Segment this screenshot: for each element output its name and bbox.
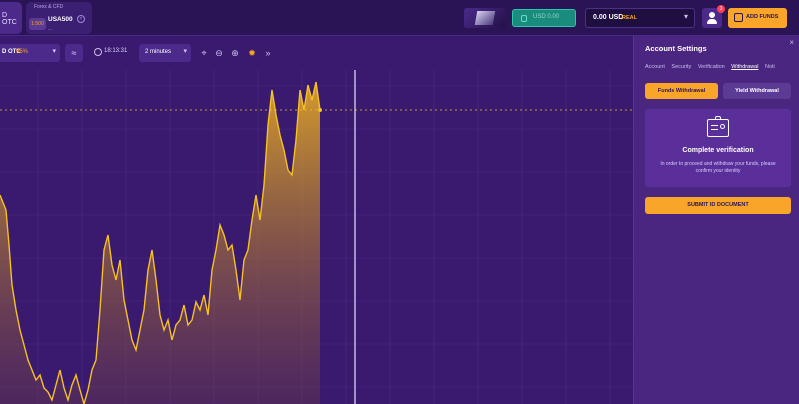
add-funds-button[interactable]: ADD FUNDS [728,8,787,28]
wallet-icon [521,15,527,22]
demo-account-button[interactable]: USD 0.00 [512,9,576,27]
chart-toolbar: D OTC 95% ▾ ≈ 18:13:31 2 minutes ▾ ⌖ ⊖ ⊕… [0,36,633,70]
tab-verification[interactable]: Verification [698,64,725,70]
demo-balance: USD 0.00 [533,14,560,20]
chart-svg [0,70,633,404]
promo-banner[interactable] [464,8,506,28]
timeframe-label: 2 minutes [145,49,172,55]
profile-button[interactable]: 3 [702,5,725,28]
verification-text: In order to proceed and withdraw your fu… [660,161,776,174]
tab-withdrawal[interactable]: Withdrawal [731,64,758,70]
user-icon [709,12,715,18]
leverage-badge: 1:500 [29,18,46,30]
drawing-tool-icon[interactable]: ⌖ [198,47,210,59]
price-chart[interactable] [0,70,633,404]
account-selector[interactable]: 0.00 USD REAL ▾ [585,8,695,28]
chevron-down-icon: ▾ [683,12,688,21]
settings-icon[interactable]: ✹ [246,47,258,59]
asset-sub: ... [48,26,53,32]
settings-tabs: Account Security Verification Withdrawal… [645,64,795,74]
panel-title: Account Settings [645,44,707,53]
add-funds-label: ADD FUNDS [746,14,779,20]
current-price-dot [318,108,322,112]
promo-box-icon [474,11,496,25]
verification-card: Complete verification In order to procee… [645,109,791,187]
price-area [0,82,320,404]
asset-tab-label: D OTC [2,12,17,26]
tab-notifications[interactable]: Noti [765,64,775,70]
asset-symbol: USA500 [48,16,73,23]
zoom-in-icon[interactable]: ⊕ [229,47,241,59]
submit-id-button[interactable]: SUBMIT ID DOCUMENT [645,197,791,214]
asset-payout: 95% [16,49,29,55]
tab-security[interactable]: Security [671,64,691,70]
chart-type-button[interactable]: ≈ [65,44,83,62]
tab-account[interactable]: Account [645,64,665,70]
zoom-out-icon[interactable]: ⊖ [213,47,225,59]
verification-title: Complete verification [682,147,754,154]
chevron-down-icon: ▾ [52,48,56,55]
funds-withdrawal-button[interactable]: Funds Withdrawal [645,83,718,99]
account-balance: 0.00 USD [593,14,624,21]
asset-category: Forex & CFD [34,4,64,10]
yield-withdrawal-button[interactable]: Yield Withdrawal [723,83,791,99]
chevron-down-icon: ▾ [183,48,187,55]
account-type: REAL [622,15,637,21]
asset-tab-usa500[interactable]: Forex & CFD 1:500 USA500 ... × [26,2,92,34]
chart-type-icon: ≈ [71,48,77,58]
asset-tab-active[interactable]: D OTC [0,2,22,34]
server-time: 18:13:31 [104,48,128,54]
id-card-icon [707,116,729,137]
close-tab-icon[interactable]: × [77,15,85,23]
timeframe-selector[interactable]: 2 minutes ▾ [139,44,191,62]
account-settings-panel: Account Settings × Account Security Veri… [633,36,799,404]
double-chevron-icon[interactable]: » [262,47,274,59]
close-icon[interactable]: × [789,38,794,47]
top-bar: D OTC Forex & CFD 1:500 USA500 ... × USD… [0,0,799,36]
notification-badge: 3 [717,5,725,13]
wallet-icon [734,13,743,22]
clock-icon [94,48,102,56]
asset-selector[interactable]: D OTC 95% ▾ [0,44,60,62]
